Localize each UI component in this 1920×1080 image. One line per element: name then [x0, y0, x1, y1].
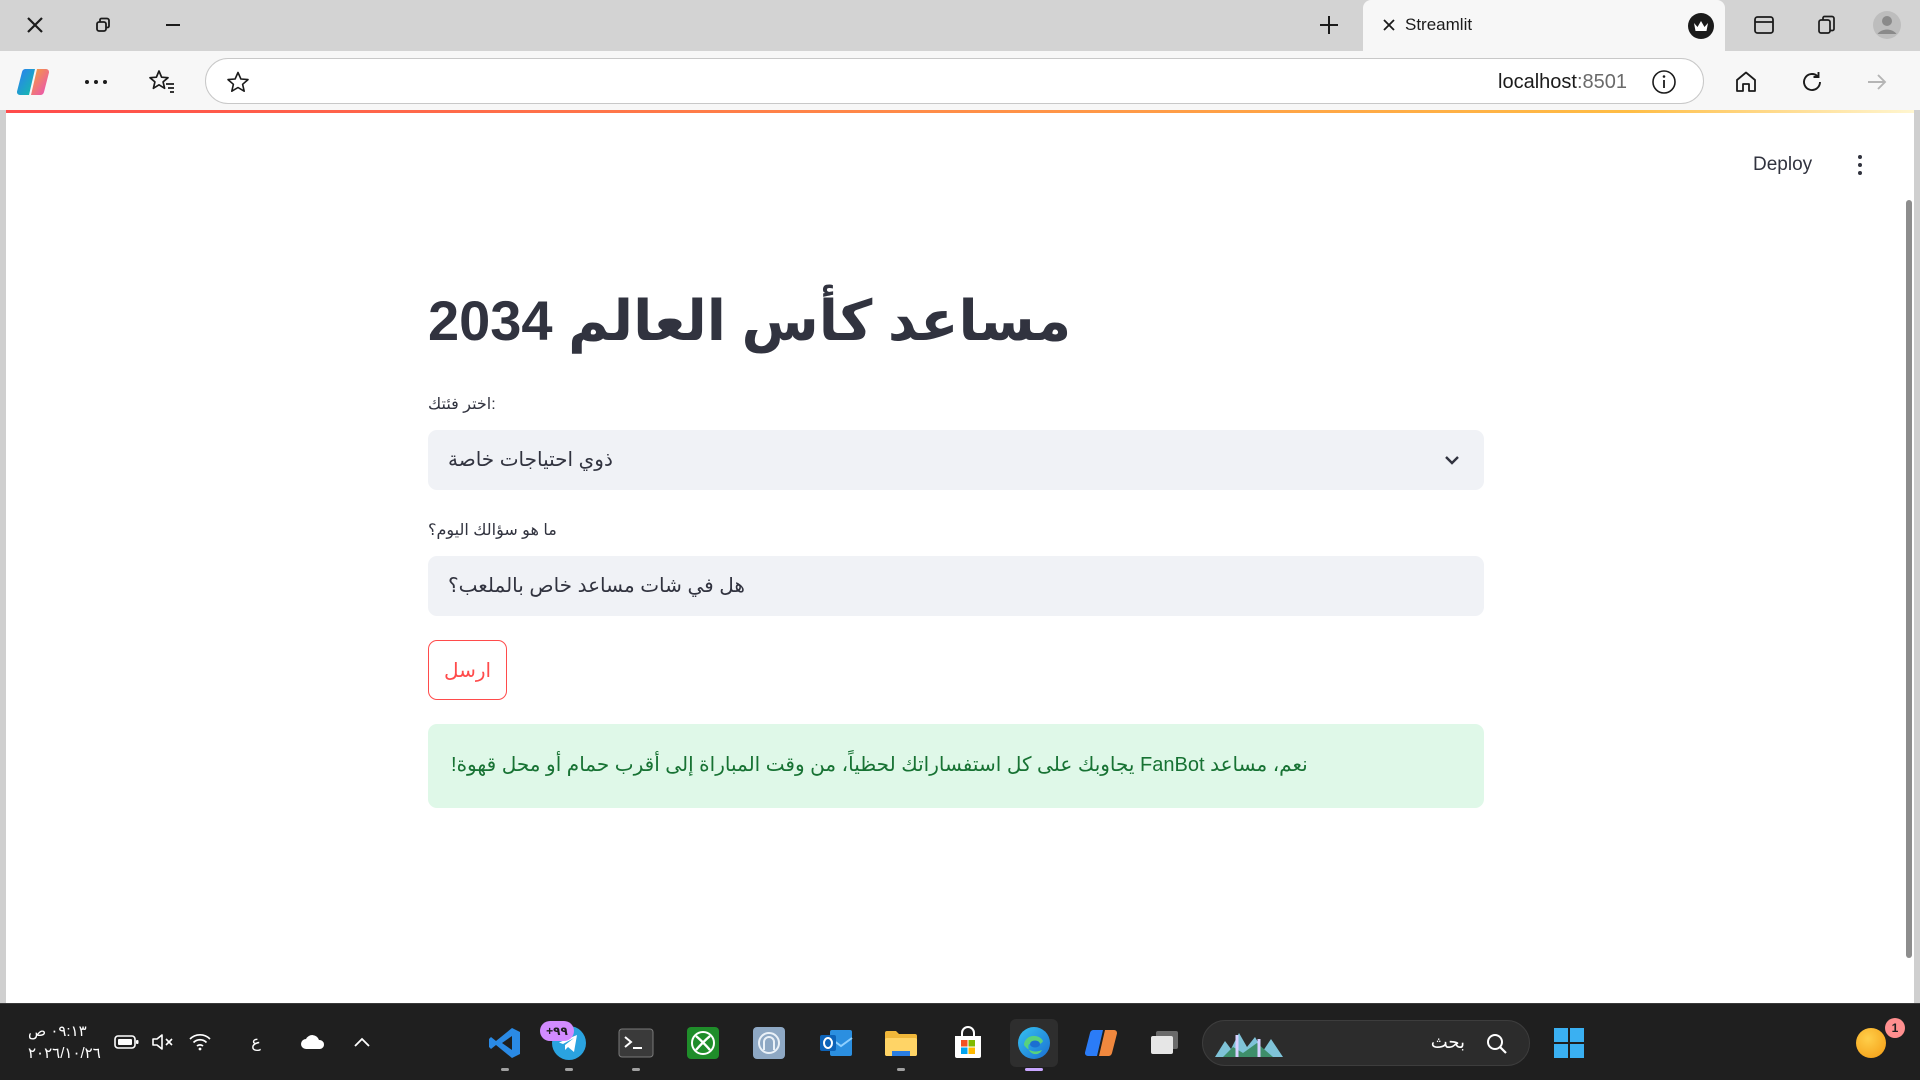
profile-avatar-icon[interactable] [1859, 6, 1915, 44]
answer-success-box: !يجاوبك على كل استفساراتك لحظياً، من وقت… [428, 724, 1484, 808]
vscode-app-icon[interactable] [481, 1019, 529, 1071]
browser-tab-streamlit[interactable]: Streamlit [1363, 0, 1725, 51]
edge-app-icon[interactable] [1010, 1019, 1058, 1071]
url-text: localhost:8501 [1498, 71, 1627, 93]
close-window-icon[interactable] [7, 6, 63, 44]
tab-actions-icon[interactable] [1736, 6, 1792, 44]
scrollbar-thumb[interactable] [1906, 200, 1912, 958]
question-input[interactable]: هل في شات مساعد خاص بالملعب؟ [428, 556, 1484, 616]
chevron-up-icon[interactable] [348, 1028, 376, 1056]
notification-widget-icon[interactable] [1856, 1028, 1886, 1058]
page-scrollbar[interactable] [1904, 200, 1914, 1000]
battery-icon[interactable] [113, 1028, 141, 1056]
search-highlight-illustration-icon [1213, 1027, 1287, 1061]
notification-count-badge: 1 [1885, 1018, 1905, 1038]
windows-taskbar: ٠٩:١٣ ص ٢٠٢٦/١٠/٢٦ ع +٩٩ بحث 1 [0, 1003, 1920, 1080]
terminal-app-icon[interactable] [612, 1019, 660, 1071]
main-menu-icon[interactable] [1848, 152, 1872, 178]
wifi-icon[interactable] [186, 1028, 214, 1056]
collections-icon[interactable] [1799, 6, 1855, 44]
forward-arrow-icon[interactable] [1857, 62, 1897, 102]
clock[interactable]: ٠٩:١٣ ص ٢٠٢٦/١٠/٢٦ [28, 1021, 101, 1065]
home-icon[interactable] [1726, 62, 1766, 102]
tab-title: Streamlit [1405, 15, 1473, 34]
question-input-value: هل في شات مساعد خاص بالملعب؟ [448, 575, 745, 597]
microsoft-store-app-icon[interactable] [944, 1019, 992, 1067]
streamlit-crown-icon [1688, 13, 1714, 39]
file-explorer-app-icon[interactable] [877, 1019, 925, 1071]
browser-tab-strip: Streamlit [0, 0, 1920, 51]
answer-text: !يجاوبك على كل استفساراتك لحظياً، من وقت… [451, 754, 1308, 776]
refresh-icon[interactable] [1792, 62, 1832, 102]
close-tab-icon[interactable] [1379, 15, 1399, 35]
start-windows-icon[interactable] [1545, 1019, 1593, 1067]
copilot-icon[interactable] [16, 67, 50, 97]
clock-date: ٢٠٢٦/١٠/٢٦ [28, 1045, 101, 1062]
minimize-window-icon[interactable] [145, 6, 201, 44]
onedrive-cloud-icon[interactable] [299, 1028, 327, 1056]
add-favorite-star-icon[interactable] [226, 70, 250, 94]
site-info-icon[interactable] [1651, 69, 1677, 95]
chevron-down-icon[interactable] [1440, 448, 1464, 472]
outlook-app-icon[interactable] [812, 1019, 860, 1067]
xbox-app-icon[interactable] [679, 1019, 727, 1067]
new-tab-icon[interactable] [1301, 6, 1357, 44]
address-bar[interactable]: localhost:8501 [205, 58, 1704, 104]
task-view-app-icon[interactable] [1141, 1019, 1189, 1067]
passkey-app-icon[interactable] [745, 1019, 793, 1067]
category-selected-value: ذوي احتياجات خاصة [448, 449, 613, 471]
favorites-icon[interactable] [142, 62, 182, 102]
page-title: مساعد كأس العالم 2034 [428, 289, 1072, 352]
send-button[interactable]: ارسل [428, 640, 507, 700]
taskbar-search-box[interactable]: بحث [1202, 1020, 1530, 1066]
volume-muted-icon[interactable] [149, 1028, 177, 1056]
page-viewport: Deploy مساعد كأس العالم 2034 :اختر فئتك … [6, 110, 1914, 1003]
question-label: ما هو سؤالك اليوم؟ [428, 522, 557, 539]
search-icon [1485, 1032, 1509, 1056]
clock-time: ٠٩:١٣ ص [28, 1023, 87, 1040]
deploy-button[interactable]: Deploy [1753, 154, 1812, 176]
telegram-unread-badge: +٩٩ [540, 1021, 574, 1041]
streamlit-decoration-bar [6, 110, 1914, 113]
category-select[interactable]: ذوي احتياجات خاصة [428, 430, 1484, 490]
search-placeholder: بحث [1430, 1032, 1465, 1052]
restore-window-icon[interactable] [75, 6, 131, 44]
browser-toolbar: localhost:8501 [0, 51, 1920, 110]
language-indicator[interactable]: ع [242, 1028, 270, 1056]
copilot-app-icon[interactable] [1077, 1019, 1125, 1067]
more-options-icon[interactable] [76, 62, 116, 102]
category-label: :اختر فئتك [428, 396, 496, 413]
